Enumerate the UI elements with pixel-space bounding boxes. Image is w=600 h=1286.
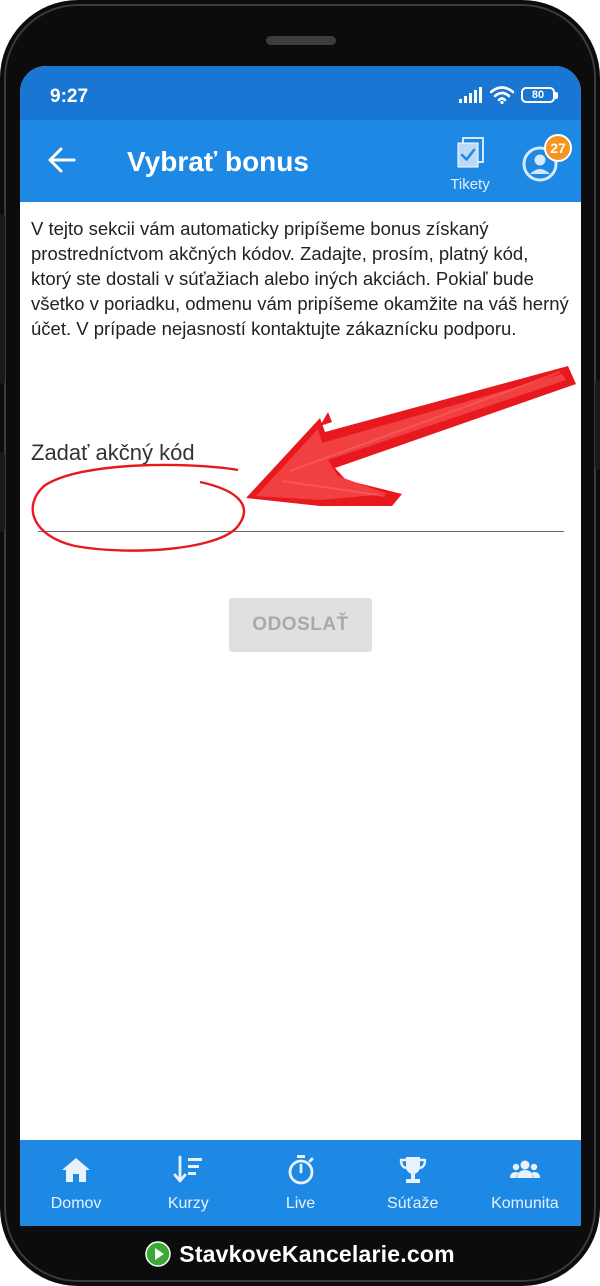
wifi-icon xyxy=(490,86,514,104)
status-bar: 9:27 80 xyxy=(20,66,581,120)
phone-frame: 9:27 80 Vybrať bonus Tikety 27 V tejto s… xyxy=(0,0,600,1286)
sort-down-icon xyxy=(173,1155,203,1183)
status-icons: 80 xyxy=(459,86,558,104)
nav-label: Komunita xyxy=(491,1195,559,1212)
signal-icon xyxy=(459,87,482,103)
page-title: Vybrať bonus xyxy=(127,146,309,177)
promo-code-input[interactable] xyxy=(38,478,564,532)
play-logo-icon xyxy=(145,1241,172,1267)
nav-item-domov[interactable]: Domov xyxy=(20,1140,132,1226)
screen: 9:27 80 Vybrať bonus Tikety 27 V tejto s… xyxy=(20,66,581,1226)
speaker-grille xyxy=(266,36,336,45)
bottom-nav: Domov Kurzy Live Súťaže Komunita xyxy=(20,1140,581,1226)
app-bar: Vybrať bonus Tikety 27 xyxy=(20,120,581,202)
nav-label: Súťaže xyxy=(387,1195,439,1212)
tickets-button[interactable]: Tikety xyxy=(440,136,500,198)
ticket-check-icon xyxy=(457,137,484,168)
nav-label: Kurzy xyxy=(167,1195,209,1212)
nav-item-komunita[interactable]: Komunita xyxy=(469,1140,581,1226)
nav-label: Domov xyxy=(50,1195,102,1212)
submit-button[interactable]: ODOSLAŤ xyxy=(229,598,372,652)
status-time: 9:27 xyxy=(50,86,89,107)
nav-item-live[interactable]: Live xyxy=(244,1140,356,1226)
brand-text: StavkoveKancelarie.com xyxy=(179,1240,455,1267)
main-content: V tejto sekcii vám automaticky pripíšeme… xyxy=(31,216,571,341)
intro-text: V tejto sekcii vám automaticky pripíšeme… xyxy=(31,218,569,339)
profile-button[interactable]: 27 xyxy=(520,134,572,184)
bixby-button xyxy=(0,452,5,532)
nav-item-sutaze[interactable]: Súťaže xyxy=(357,1140,469,1226)
home-icon xyxy=(62,1158,91,1182)
back-button[interactable] xyxy=(44,142,80,178)
notification-badge: 27 xyxy=(544,134,572,162)
trophy-icon xyxy=(399,1157,426,1183)
stopwatch-icon xyxy=(288,1155,313,1185)
battery-icon: 80 xyxy=(521,87,558,103)
arrow-left-icon xyxy=(48,147,76,173)
nav-item-kurzy[interactable]: Kurzy xyxy=(132,1140,244,1226)
people-icon xyxy=(509,1160,540,1178)
tickets-label: Tikety xyxy=(450,176,490,193)
power-button xyxy=(595,380,600,470)
brand-watermark: StavkoveKancelarie.com xyxy=(0,1234,600,1274)
volume-button xyxy=(0,214,5,384)
nav-label: Live xyxy=(285,1195,316,1212)
code-field-label: Zadať akčný kód xyxy=(31,440,195,465)
